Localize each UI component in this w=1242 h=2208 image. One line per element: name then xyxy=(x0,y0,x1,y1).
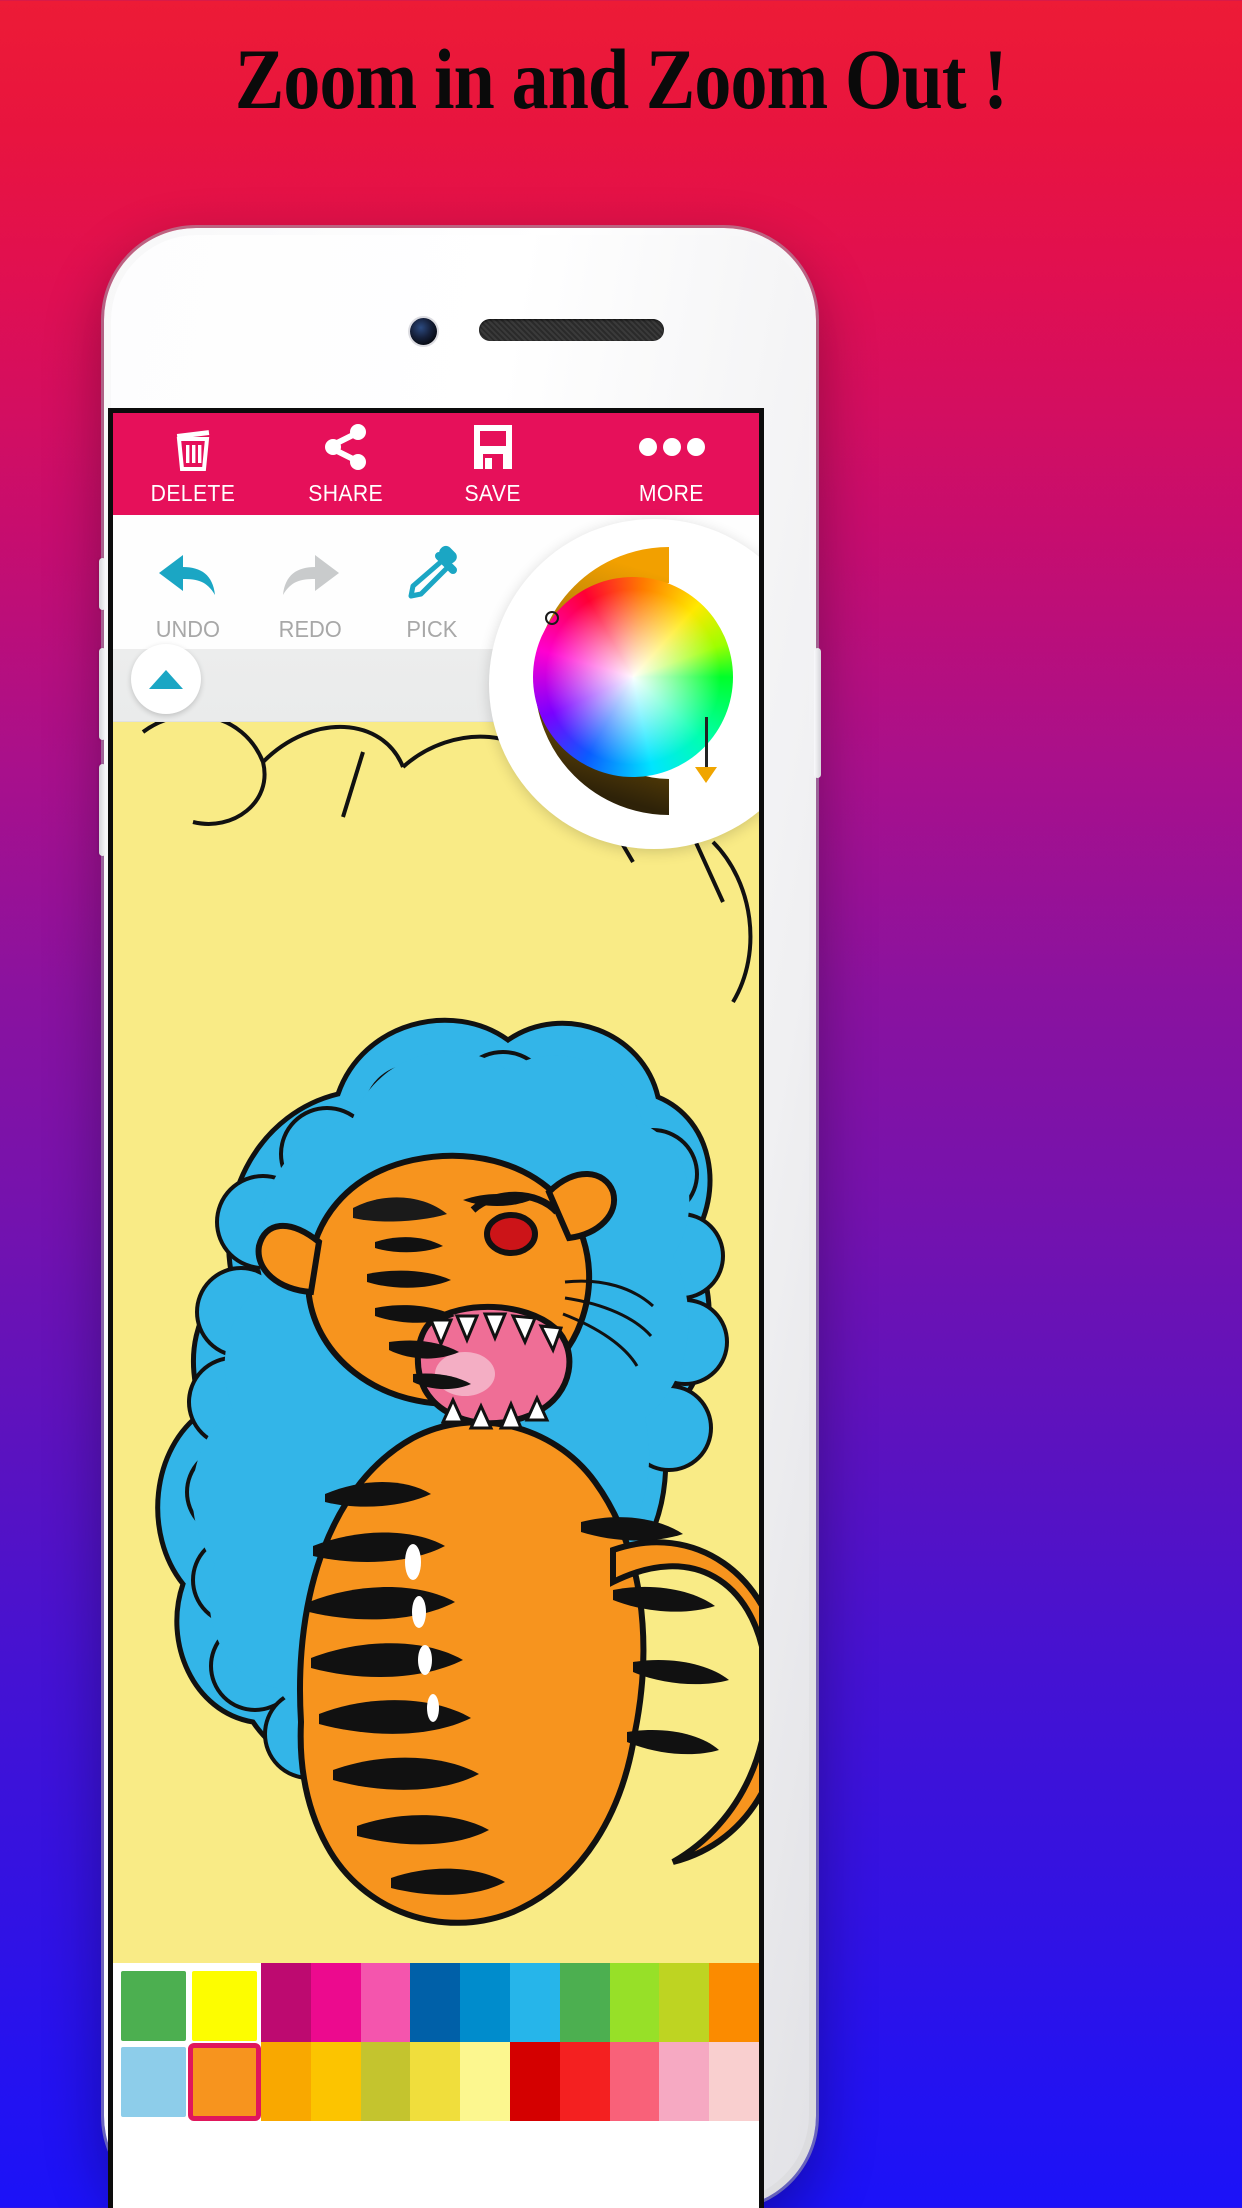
delete-button[interactable]: DELETE xyxy=(113,422,273,515)
undo-label: UNDO xyxy=(155,616,221,642)
color-palette[interactable] xyxy=(113,1963,759,2121)
color-swatch-grid[interactable] xyxy=(261,1963,759,2121)
more-label: MORE xyxy=(639,480,704,506)
redo-label: REDO xyxy=(278,616,342,642)
recent-swatch-2[interactable] xyxy=(121,2047,186,2117)
app-screen: DELETE SHARE SAVE MORE UNDO REDO PICK xyxy=(113,413,759,2208)
collapse-panel-button[interactable] xyxy=(131,644,201,714)
recent-swatch-0[interactable] xyxy=(121,1971,186,2041)
swatch-r1-c3[interactable] xyxy=(410,1963,461,2042)
share-label: SHARE xyxy=(308,480,383,506)
recent-swatch-1[interactable] xyxy=(192,1971,257,2041)
tiger-coloring-page[interactable] xyxy=(113,722,759,2121)
arc-marker-icon[interactable] xyxy=(695,767,717,783)
swatch-r2-c9[interactable] xyxy=(709,2042,759,2121)
volume-down-button-icon[interactable] xyxy=(99,764,106,856)
save-label: SAVE xyxy=(464,480,522,506)
pick-label: PICK xyxy=(406,616,458,642)
front-camera-icon xyxy=(410,318,437,345)
swatch-r2-c4[interactable] xyxy=(460,2042,510,2121)
more-button[interactable]: MORE xyxy=(584,422,759,515)
page-title: Zoom in and Zoom Out ! xyxy=(234,31,1008,127)
undo-arrow-icon xyxy=(153,538,223,612)
color-wheel-icon[interactable] xyxy=(533,577,733,777)
swatch-r1-c0[interactable] xyxy=(261,1963,311,2042)
swatch-r2-c6[interactable] xyxy=(559,2042,610,2121)
triangle-up-icon xyxy=(149,669,183,689)
arc-stem-icon xyxy=(705,717,708,771)
swatch-r2-c7[interactable] xyxy=(609,2042,660,2121)
phone-screen: DELETE SHARE SAVE MORE UNDO REDO PICK xyxy=(108,408,764,2208)
eyedropper-icon xyxy=(399,538,465,612)
swatch-r1-c4[interactable] xyxy=(460,1963,510,2042)
swatch-r1-c5[interactable] xyxy=(509,1963,560,2042)
trash-icon xyxy=(171,422,215,472)
floppy-disk-icon xyxy=(470,422,516,472)
swatch-r2-c1[interactable] xyxy=(310,2042,361,2121)
swatch-r1-c8[interactable] xyxy=(659,1963,710,2042)
undo-button[interactable]: UNDO xyxy=(127,538,249,649)
swatch-r2-c2[interactable] xyxy=(360,2042,411,2121)
earpiece-speaker-icon xyxy=(479,319,664,341)
silent-switch-icon[interactable] xyxy=(99,558,106,610)
swatch-r2-c8[interactable] xyxy=(659,2042,710,2121)
wheel-selector-icon[interactable] xyxy=(545,611,559,625)
save-button[interactable]: SAVE xyxy=(418,422,568,515)
phone-mockup: DELETE SHARE SAVE MORE UNDO REDO PICK xyxy=(99,228,821,2208)
redo-button[interactable]: REDO xyxy=(249,538,371,649)
swatch-r1-c6[interactable] xyxy=(559,1963,610,2042)
swatch-r1-c1[interactable] xyxy=(310,1963,361,2042)
color-wheel-popup[interactable] xyxy=(489,519,759,849)
swatch-r2-c3[interactable] xyxy=(410,2042,461,2121)
share-icon xyxy=(323,422,369,472)
swatch-r1-c7[interactable] xyxy=(609,1963,660,2042)
recent-colors[interactable] xyxy=(113,1963,261,2121)
delete-label: DELETE xyxy=(150,480,236,506)
power-button-icon[interactable] xyxy=(814,648,821,778)
swatch-r1-c2[interactable] xyxy=(360,1963,411,2042)
ellipsis-icon xyxy=(638,422,706,472)
pick-button[interactable]: PICK xyxy=(371,538,493,649)
top-toolbar: DELETE SHARE SAVE MORE xyxy=(113,413,759,515)
swatch-r1-c9[interactable] xyxy=(709,1963,759,2042)
recent-swatch-3-selected[interactable] xyxy=(188,2043,261,2121)
share-button[interactable]: SHARE xyxy=(273,422,418,515)
drawing-canvas[interactable] xyxy=(113,722,759,2121)
redo-arrow-icon xyxy=(275,538,345,612)
swatch-r2-c5[interactable] xyxy=(509,2042,560,2121)
swatch-r2-c0[interactable] xyxy=(261,2042,311,2121)
volume-up-button-icon[interactable] xyxy=(99,648,106,740)
